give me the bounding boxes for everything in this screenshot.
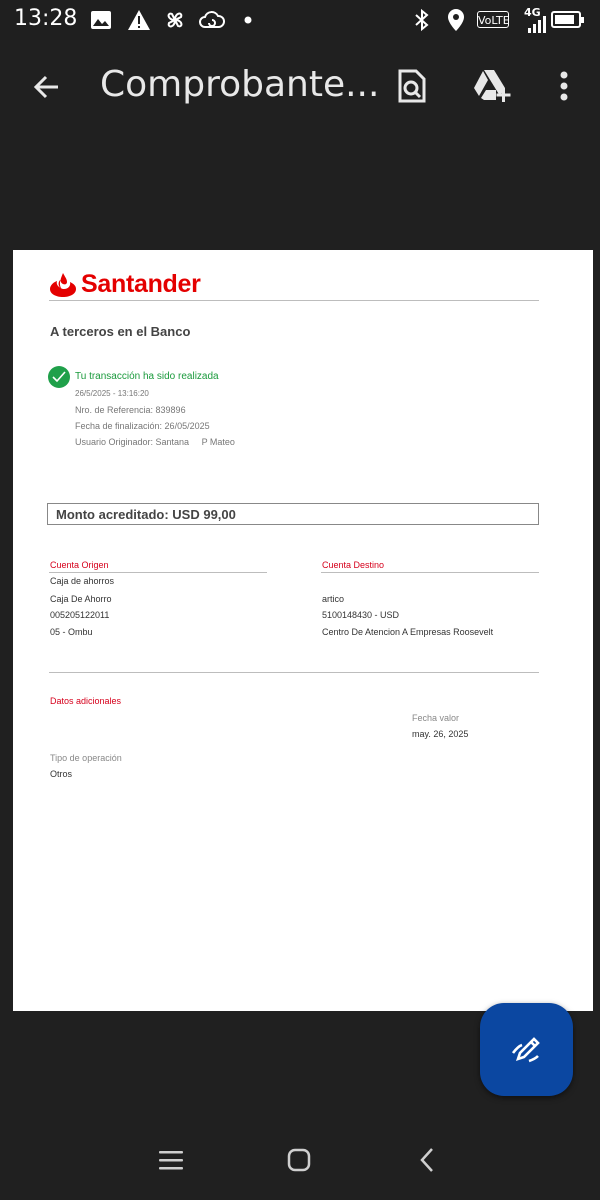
home-icon[interactable] xyxy=(283,1144,315,1176)
reference-number: Nro. de Referencia: 839896 xyxy=(75,405,186,415)
edit-pen-icon xyxy=(511,1036,540,1062)
origin-account-name: Caja De Ahorro xyxy=(50,594,112,604)
document-page[interactable]: Santander A terceros en el Banco Tu tran… xyxy=(13,250,593,1011)
destination-account: 5100148430 - USD xyxy=(322,610,400,620)
header-divider xyxy=(49,300,539,301)
battery-level xyxy=(555,15,574,24)
dot-icon xyxy=(244,8,252,32)
status-time: 13:28 xyxy=(14,6,78,31)
image-icon xyxy=(90,8,112,32)
cloud-sync-icon xyxy=(199,8,225,32)
back-arrow-icon[interactable] xyxy=(28,68,66,106)
add-to-drive-icon[interactable] xyxy=(472,66,512,106)
operation-type-label: Tipo de operación xyxy=(50,753,122,763)
document-title: Comprobante... xyxy=(100,64,380,105)
originating-user: Usuario Originador: Santana P Mateo xyxy=(75,437,235,447)
operation-subtitle: A terceros en el Banco xyxy=(50,324,191,339)
destination-name: artico xyxy=(322,594,345,604)
find-in-doc-icon[interactable] xyxy=(392,66,432,106)
end-date: Fecha de finalización: 26/05/2025 xyxy=(75,421,210,431)
checkmark-icon xyxy=(48,366,70,388)
origin-branch: 05 - Ombu xyxy=(50,627,93,637)
system-nav-bar xyxy=(0,1120,600,1200)
signal-icon xyxy=(526,12,548,36)
app-bar: Comprobante... xyxy=(0,40,600,132)
battery-icon xyxy=(551,11,584,28)
section-divider xyxy=(49,672,539,673)
edit-fab-button[interactable] xyxy=(480,1003,573,1096)
pinwheel-icon xyxy=(163,8,187,32)
alert-icon xyxy=(127,8,151,32)
additional-data-label: Datos adicionales xyxy=(50,696,122,706)
volte-icon: VoLTE xyxy=(477,11,510,28)
santander-flame-icon xyxy=(50,272,76,297)
amount-box: Monto acreditado: USD 99,00 xyxy=(47,503,539,525)
origin-divider xyxy=(49,572,267,573)
value-date: may. 26, 2025 xyxy=(412,729,469,739)
success-message: Tu transacción ha sido realizada xyxy=(75,371,219,382)
brand-name: Santander xyxy=(81,270,201,298)
destination-divider xyxy=(321,572,539,573)
destination-account-label: Cuenta Destino xyxy=(322,560,385,570)
value-date-label: Fecha valor xyxy=(412,713,460,723)
santander-logo: Santander xyxy=(49,270,201,299)
recents-icon[interactable] xyxy=(155,1144,187,1176)
location-icon xyxy=(446,8,466,32)
more-vert-icon[interactable] xyxy=(544,66,584,106)
origin-account-type: Caja de ahorros xyxy=(50,576,115,586)
status-bar: 13:28 VoLTE 4G xyxy=(0,0,600,40)
transaction-datetime: 26/5/2025 - 13:16:20 xyxy=(75,389,149,398)
origin-account-number: 005205122011 xyxy=(50,610,110,620)
operation-type: Otros xyxy=(50,769,73,779)
back-icon[interactable] xyxy=(411,1144,443,1176)
amount-credited: Monto acreditado: USD 99,00 xyxy=(56,507,236,522)
bluetooth-icon xyxy=(413,8,431,32)
origin-account-label: Cuenta Origen xyxy=(50,560,109,570)
destination-branch: Centro De Atencion A Empresas Roosevelt xyxy=(322,627,494,637)
